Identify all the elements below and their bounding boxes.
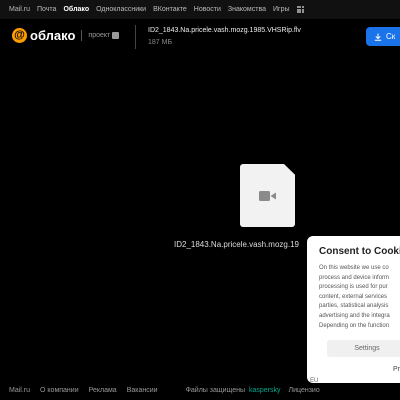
topnav-pochta[interactable]: Почта bbox=[37, 6, 56, 13]
footer-link-jobs[interactable]: Вакансии bbox=[127, 387, 158, 394]
footer-link-mailru[interactable]: Mail.ru bbox=[9, 387, 30, 394]
topnav-mailru[interactable]: Mail.ru bbox=[9, 6, 30, 13]
footer: Mail.ru О компании Реклама Вакансии Файл… bbox=[0, 384, 400, 396]
topnav-ok[interactable]: Одноклассники bbox=[96, 6, 146, 13]
footer-link-about[interactable]: О компании bbox=[40, 387, 79, 394]
eu-flag-icon: EU bbox=[310, 378, 319, 383]
footer-link-ads[interactable]: Реклама bbox=[89, 387, 117, 394]
consent-settings-button[interactable]: Settings bbox=[327, 340, 400, 357]
consent-title: Consent to Cooki bbox=[319, 246, 400, 257]
at-logo-icon: @ bbox=[12, 28, 27, 43]
header: @ облако проект ID2_1843.Na.pricele.vash… bbox=[0, 19, 400, 56]
oblako-logo[interactable]: @ облако проект bbox=[12, 28, 120, 43]
consent-primary-button[interactable]: Pr bbox=[393, 366, 400, 373]
logo-divider bbox=[81, 30, 83, 41]
header-divider bbox=[135, 25, 136, 49]
footer-link-license[interactable]: Лицензио bbox=[289, 387, 320, 394]
topnav-news[interactable]: Новости bbox=[194, 6, 221, 13]
cookie-consent-dialog: Consent to Cooki On this website we use … bbox=[307, 236, 400, 383]
topnav-oblako[interactable]: Облако bbox=[63, 6, 89, 13]
topnav-dating[interactable]: Знакомства bbox=[228, 6, 266, 13]
topnav-vk[interactable]: ВКонтакте bbox=[153, 6, 187, 13]
logo-text: облако bbox=[30, 28, 76, 43]
consent-body: On this website we use co process and de… bbox=[319, 265, 390, 329]
protected-label: Файлы защищены bbox=[185, 386, 246, 394]
topnav-games[interactable]: Игры bbox=[273, 6, 290, 13]
download-label: Ск bbox=[386, 32, 396, 41]
apps-grid-icon[interactable] bbox=[296, 6, 304, 13]
kaspersky-logo[interactable]: kaspersky bbox=[249, 387, 281, 394]
video-camera-icon bbox=[259, 190, 276, 201]
vk-icon bbox=[112, 32, 120, 39]
top-nav: Mail.ru Почта Облако Одноклассники ВКонт… bbox=[0, 0, 400, 19]
download-button[interactable]: Ск bbox=[366, 27, 400, 46]
download-icon bbox=[374, 33, 382, 41]
preview-file-name: ID2_1843.Na.pricele.vash.mozg.19 bbox=[174, 240, 299, 249]
video-file-icon bbox=[240, 164, 295, 227]
project-label: проект bbox=[88, 32, 111, 39]
file-size: 187 МБ bbox=[148, 39, 173, 46]
file-name: ID2_1843.Na.pricele.vash.mozg.1985.VHSRi… bbox=[148, 27, 301, 34]
